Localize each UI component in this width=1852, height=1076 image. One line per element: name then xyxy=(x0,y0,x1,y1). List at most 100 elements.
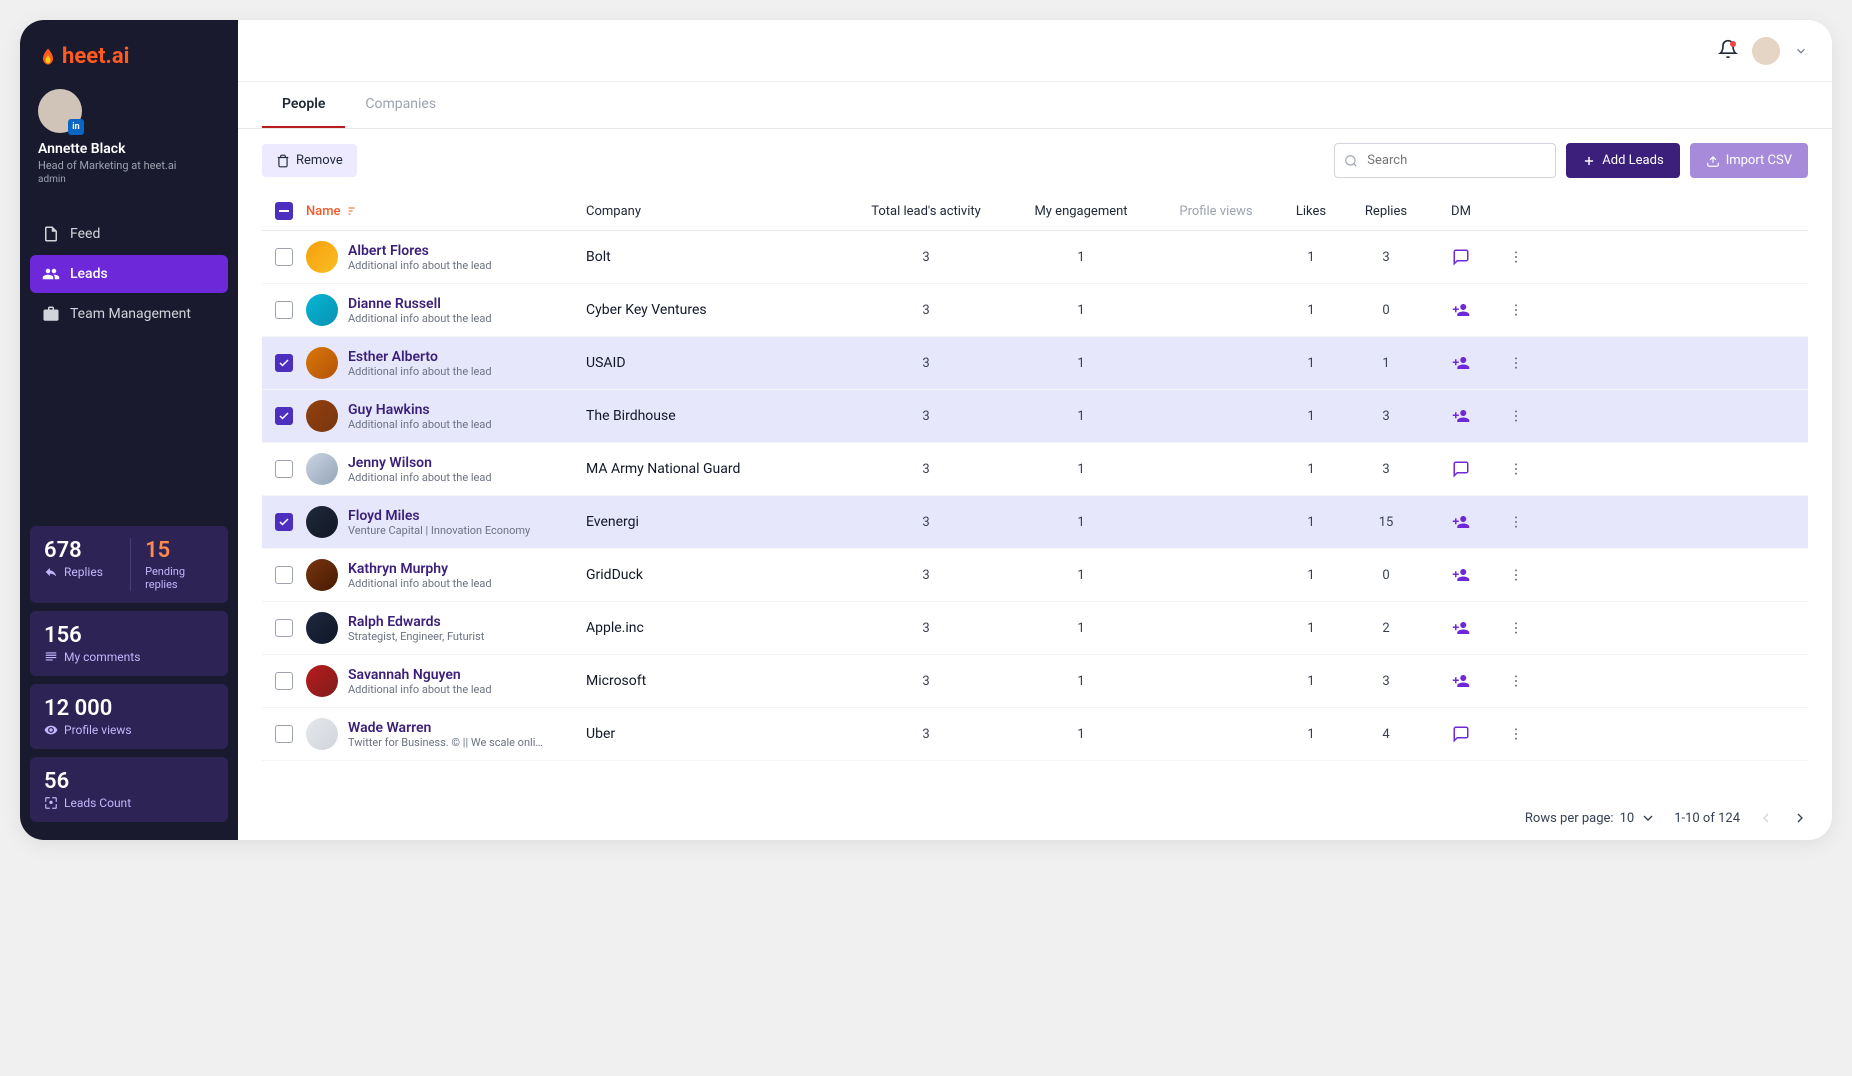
activity-cell: 3 xyxy=(846,568,1006,583)
table-row[interactable]: Floyd Miles Venture Capital | Innovation… xyxy=(262,496,1808,549)
dm-action[interactable] xyxy=(1426,248,1496,266)
table-row[interactable]: Kathryn Murphy Additional info about the… xyxy=(262,549,1808,602)
table-row[interactable]: Ralph Edwards Strategist, Engineer, Futu… xyxy=(262,602,1808,655)
row-checkbox[interactable] xyxy=(275,407,293,425)
lead-avatar xyxy=(306,400,338,432)
next-page-button[interactable] xyxy=(1792,810,1808,826)
column-profile-views[interactable]: Profile views xyxy=(1156,204,1276,219)
lead-name[interactable]: Floyd Miles xyxy=(348,508,530,524)
row-more-button[interactable] xyxy=(1496,620,1536,636)
row-checkbox[interactable] xyxy=(275,248,293,266)
row-checkbox[interactable] xyxy=(275,566,293,584)
stat-comments[interactable]: 156 My comments xyxy=(30,611,228,676)
chevron-down-icon[interactable] xyxy=(1640,810,1656,826)
nav-feed[interactable]: Feed xyxy=(30,215,228,253)
lead-name[interactable]: Albert Flores xyxy=(348,243,492,259)
rows-per-page-value[interactable]: 10 xyxy=(1620,811,1635,826)
lead-avatar xyxy=(306,453,338,485)
stat-views[interactable]: 12 000 Profile views xyxy=(30,684,228,749)
row-more-button[interactable] xyxy=(1496,567,1536,583)
dm-action[interactable] xyxy=(1426,407,1496,425)
column-activity[interactable]: Total lead's activity xyxy=(846,204,1006,219)
row-more-button[interactable] xyxy=(1496,355,1536,371)
engagement-cell: 1 xyxy=(1006,250,1156,265)
lead-name[interactable]: Guy Hawkins xyxy=(348,402,492,418)
row-checkbox[interactable] xyxy=(275,725,293,743)
lead-name[interactable]: Ralph Edwards xyxy=(348,614,484,630)
row-checkbox[interactable] xyxy=(275,513,293,531)
row-more-button[interactable] xyxy=(1496,249,1536,265)
table-row[interactable]: Jenny Wilson Additional info about the l… xyxy=(262,443,1808,496)
table-row[interactable]: Savannah Nguyen Additional info about th… xyxy=(262,655,1808,708)
lead-name[interactable]: Wade Warren xyxy=(348,720,548,736)
dm-action[interactable] xyxy=(1426,513,1496,531)
sort-icon xyxy=(347,205,359,217)
chevron-down-icon[interactable] xyxy=(1794,44,1808,58)
stat-replies-pending[interactable]: 678 Replies 15 Pending replies xyxy=(30,526,228,603)
row-more-button[interactable] xyxy=(1496,461,1536,477)
plus-icon xyxy=(1582,154,1596,168)
table-row[interactable]: Dianne Russell Additional info about the… xyxy=(262,284,1808,337)
lead-name[interactable]: Savannah Nguyen xyxy=(348,667,492,683)
stat-leads[interactable]: 56 Leads Count xyxy=(30,757,228,822)
prev-page-button[interactable] xyxy=(1758,810,1774,826)
chevron-left-icon xyxy=(1758,810,1774,826)
user-role: Head of Marketing at heet.ai xyxy=(38,159,220,172)
row-more-button[interactable] xyxy=(1496,302,1536,318)
row-checkbox[interactable] xyxy=(275,354,293,372)
table-row[interactable]: Wade Warren Twitter for Business. © || W… xyxy=(262,708,1808,761)
lead-name[interactable]: Dianne Russell xyxy=(348,296,492,312)
column-engagement[interactable]: My engagement xyxy=(1006,204,1156,219)
people-icon xyxy=(42,265,60,283)
topbar-avatar[interactable] xyxy=(1752,37,1780,65)
lead-subtitle: Strategist, Engineer, Futurist xyxy=(348,630,484,643)
tab-companies[interactable]: Companies xyxy=(345,82,456,128)
dm-action[interactable] xyxy=(1426,566,1496,584)
lead-cell: Ralph Edwards Strategist, Engineer, Futu… xyxy=(306,612,586,644)
column-replies[interactable]: Replies xyxy=(1346,204,1426,219)
table-row[interactable]: Esther Alberto Additional info about the… xyxy=(262,337,1808,390)
row-more-button[interactable] xyxy=(1496,514,1536,530)
search-input[interactable] xyxy=(1334,143,1556,178)
dm-action[interactable] xyxy=(1426,725,1496,743)
nav-leads[interactable]: Leads xyxy=(30,255,228,293)
row-more-button[interactable] xyxy=(1496,726,1536,742)
dm-action[interactable] xyxy=(1426,672,1496,690)
select-all-checkbox[interactable] xyxy=(275,202,293,220)
add-leads-button[interactable]: Add Leads xyxy=(1566,143,1679,178)
nav-team[interactable]: Team Management xyxy=(30,295,228,333)
table-row[interactable]: Guy Hawkins Additional info about the le… xyxy=(262,390,1808,443)
lead-name[interactable]: Esther Alberto xyxy=(348,349,492,365)
column-company[interactable]: Company xyxy=(586,204,846,219)
lead-name[interactable]: Jenny Wilson xyxy=(348,455,492,471)
column-dm[interactable]: DM xyxy=(1426,204,1496,219)
row-checkbox[interactable] xyxy=(275,672,293,690)
engagement-cell: 1 xyxy=(1006,621,1156,636)
row-more-button[interactable] xyxy=(1496,408,1536,424)
likes-cell: 1 xyxy=(1276,727,1346,742)
column-likes[interactable]: Likes xyxy=(1276,204,1346,219)
tab-people[interactable]: People xyxy=(262,82,345,128)
logo-text: heet.ai xyxy=(62,44,130,69)
row-more-button[interactable] xyxy=(1496,673,1536,689)
row-checkbox[interactable] xyxy=(275,301,293,319)
lead-subtitle: Additional info about the lead xyxy=(348,259,492,272)
column-name[interactable]: Name xyxy=(306,204,586,219)
activity-cell: 3 xyxy=(846,621,1006,636)
row-checkbox[interactable] xyxy=(275,460,293,478)
remove-button[interactable]: Remove xyxy=(262,144,357,177)
notifications-button[interactable] xyxy=(1718,39,1738,63)
activity-cell: 3 xyxy=(846,250,1006,265)
dm-action[interactable] xyxy=(1426,354,1496,372)
dm-action[interactable] xyxy=(1426,460,1496,478)
remove-label: Remove xyxy=(296,153,343,168)
table-row[interactable]: Albert Flores Additional info about the … xyxy=(262,231,1808,284)
likes-cell: 1 xyxy=(1276,356,1346,371)
dm-action[interactable] xyxy=(1426,301,1496,319)
import-csv-button[interactable]: Import CSV xyxy=(1690,143,1808,178)
row-checkbox[interactable] xyxy=(275,619,293,637)
likes-cell: 1 xyxy=(1276,568,1346,583)
lead-name[interactable]: Kathryn Murphy xyxy=(348,561,492,577)
stat-pending-label: Pending replies xyxy=(145,565,214,591)
dm-action[interactable] xyxy=(1426,619,1496,637)
